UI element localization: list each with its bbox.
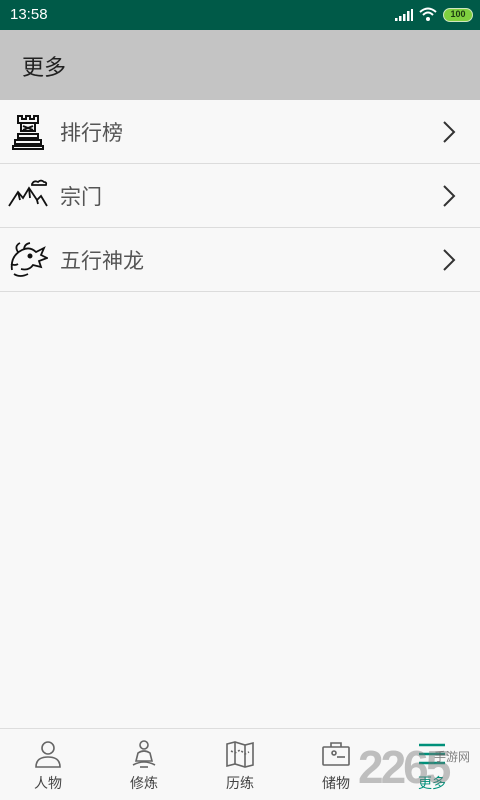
watermark: 2265 手游网 xyxy=(358,740,480,800)
wifi-icon xyxy=(419,7,437,21)
tab-label: 修炼 xyxy=(130,776,158,792)
menu-item-leaderboard[interactable]: 排行榜 xyxy=(0,100,480,164)
menu-item-five-elements-dragon[interactable]: 五行神龙 xyxy=(0,228,480,292)
status-time: 13:58 xyxy=(10,6,48,23)
person-icon xyxy=(35,741,61,768)
dragon-head-icon xyxy=(10,242,48,277)
tab-adventure[interactable]: 历练 xyxy=(192,729,288,800)
menu-list: 排行榜 宗门 五行神龙 xyxy=(0,100,480,292)
chevron-right-icon xyxy=(443,121,456,143)
chevron-right-icon xyxy=(443,185,456,207)
menu-item-label: 宗门 xyxy=(60,185,102,209)
page-header: 更多 xyxy=(0,30,480,100)
menu-item-sect[interactable]: 宗门 xyxy=(0,164,480,228)
tab-label: 人物 xyxy=(34,776,62,792)
menu-item-label: 排行榜 xyxy=(60,121,123,145)
tab-label: 历练 xyxy=(226,776,254,792)
battery-icon: 100 xyxy=(443,8,473,22)
signal-icon xyxy=(395,9,413,21)
storage-box-icon xyxy=(322,742,350,766)
page-title: 更多 xyxy=(22,56,67,81)
watermark-text: 手游网 xyxy=(434,750,471,764)
tab-character[interactable]: 人物 xyxy=(0,729,96,800)
tab-cultivation[interactable]: 修炼 xyxy=(96,729,192,800)
meditation-icon xyxy=(132,740,156,768)
menu-item-label: 五行神龙 xyxy=(60,249,144,273)
rook-trophy-icon xyxy=(12,115,44,150)
mountains-clouds-icon xyxy=(8,179,48,207)
status-bar: 13:58 100 xyxy=(0,0,480,30)
chevron-right-icon xyxy=(443,249,456,271)
map-icon xyxy=(226,741,254,768)
